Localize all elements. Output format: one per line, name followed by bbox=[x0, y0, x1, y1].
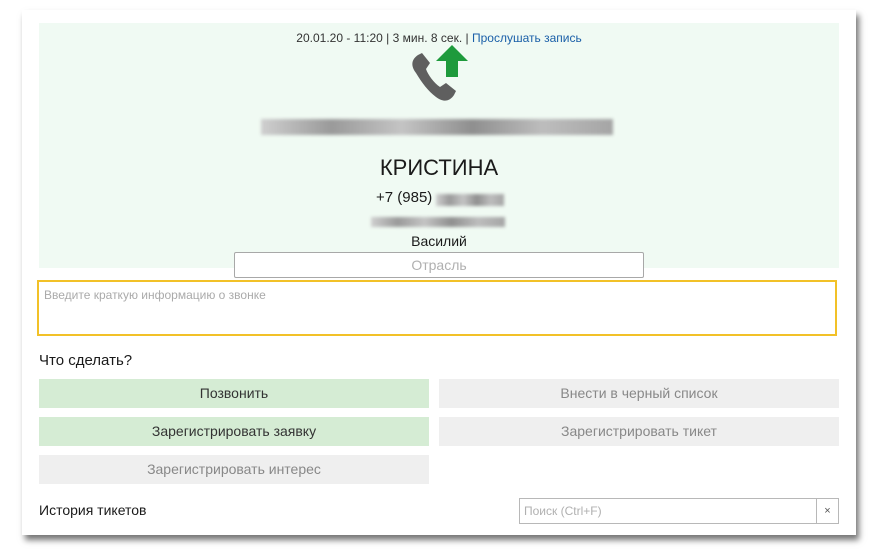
register-ticket-button[interactable]: Зарегистрировать тикет bbox=[439, 417, 839, 446]
call-note-input[interactable]: Введите краткую информацию о звонке bbox=[37, 280, 837, 336]
register-interest-button[interactable]: Зарегистрировать интерес bbox=[39, 455, 429, 484]
call-button[interactable]: Позвонить bbox=[39, 379, 429, 408]
redacted-company bbox=[261, 119, 613, 135]
register-request-button[interactable]: Зарегистрировать заявку bbox=[39, 417, 429, 446]
redacted-email bbox=[371, 217, 505, 227]
ticket-search-input[interactable] bbox=[520, 499, 816, 523]
call-card: 20.01.20 - 11:20 | 3 мин. 8 сек. | Просл… bbox=[22, 10, 856, 535]
redacted-phone-number bbox=[436, 194, 504, 206]
client-phone: +7 (985) bbox=[376, 189, 432, 206]
client-name: КРИСТИНА bbox=[379, 155, 499, 180]
actions-title: Что сделать? bbox=[39, 352, 133, 369]
blacklist-button[interactable]: Внести в черный список bbox=[439, 379, 839, 408]
ticket-history-title: История тикетов bbox=[39, 502, 147, 518]
industry-field[interactable]: Отрасль bbox=[234, 252, 644, 278]
meta-separator: | bbox=[386, 31, 390, 45]
call-datetime: 20.01.20 - 11:20 bbox=[296, 31, 383, 45]
arrow-up-icon bbox=[436, 45, 468, 77]
outgoing-call-icon bbox=[412, 45, 468, 101]
ticket-search: × bbox=[519, 498, 839, 524]
listen-recording-link[interactable]: Прослушать запись bbox=[472, 31, 582, 45]
manager-name: Василий bbox=[411, 233, 467, 249]
call-header: 20.01.20 - 11:20 | 3 мин. 8 сек. | Просл… bbox=[39, 23, 839, 278]
phone-prefix: +7 (985) bbox=[376, 189, 433, 206]
clear-search-icon[interactable]: × bbox=[816, 499, 838, 523]
